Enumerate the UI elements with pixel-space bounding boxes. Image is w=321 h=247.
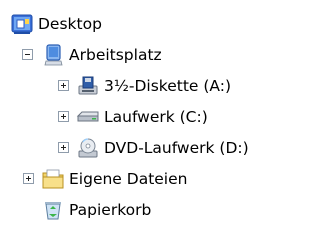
dvd-drive-icon [76, 136, 100, 160]
tree-item-label: DVD-Laufwerk (D:) [104, 139, 249, 157]
tree-item-label: 3½-Diskette (A:) [104, 77, 232, 95]
my-computer-icon [41, 43, 65, 67]
tree-item-label: Arbeitsplatz [69, 46, 162, 64]
tree-item-label: Laufwerk (C:) [104, 108, 208, 126]
expand-toggle[interactable] [23, 173, 34, 184]
folder-tree: Desktop Arbeitsplatz 3½-Diskette (A:) La… [0, 0, 321, 247]
my-documents-folder-icon [41, 167, 65, 191]
collapse-toggle[interactable] [22, 49, 33, 60]
tree-item-floppy[interactable]: 3½-Diskette (A:) [0, 71, 321, 101]
tree-item-desktop[interactable]: Desktop [0, 9, 321, 39]
expand-toggle[interactable] [58, 111, 69, 122]
tree-item-label: Desktop [38, 15, 102, 33]
expand-toggle[interactable] [58, 142, 69, 153]
recycle-bin-icon [41, 198, 65, 222]
floppy-drive-icon [76, 74, 100, 98]
tree-item-laufwerk-c[interactable]: Laufwerk (C:) [0, 102, 321, 132]
desktop-icon [10, 12, 34, 36]
hard-drive-icon [76, 105, 100, 129]
tree-item-label: Eigene Dateien [69, 170, 188, 188]
tree-item-eigene-dateien[interactable]: Eigene Dateien [0, 164, 321, 194]
tree-item-label: Papierkorb [69, 201, 152, 219]
tree-item-papierkorb[interactable]: Papierkorb [0, 195, 321, 225]
tree-item-arbeitsplatz[interactable]: Arbeitsplatz [0, 40, 321, 70]
expand-toggle[interactable] [58, 80, 69, 91]
tree-item-dvd[interactable]: DVD-Laufwerk (D:) [0, 133, 321, 163]
